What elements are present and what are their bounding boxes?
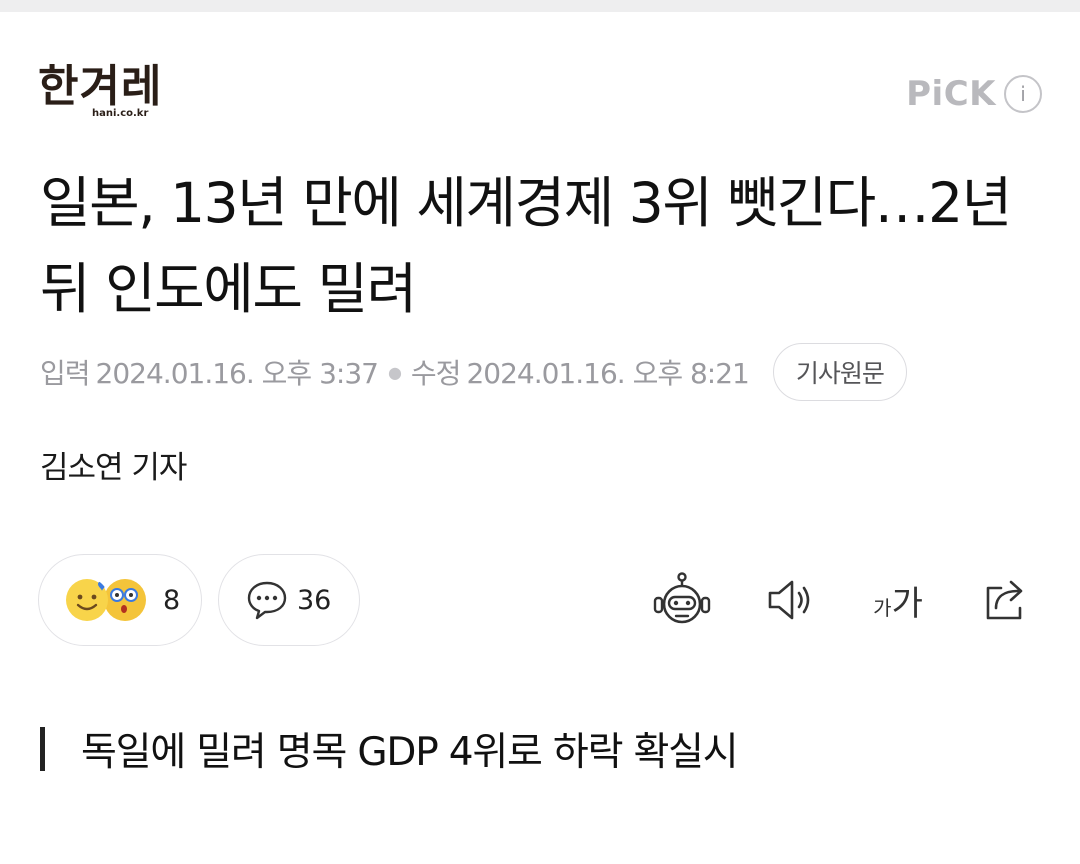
speech-bubble-icon	[247, 581, 287, 620]
status-bar-strip	[0, 0, 1080, 12]
press-logo-text: 한겨레	[38, 61, 163, 112]
reaction-emojis	[65, 575, 155, 625]
font-size-big-glyph: 가	[891, 583, 923, 624]
speaker-icon	[768, 580, 810, 620]
surprised-glasses-emoji-icon	[104, 579, 146, 621]
press-logo-domain: hani.co.kr	[92, 108, 149, 119]
share-icon	[986, 580, 1023, 620]
info-icon[interactable]: i	[1004, 75, 1042, 113]
article-headline: 일본, 13년 만에 세계경제 3위 뺏긴다…2년 뒤 인도에도 밀려	[40, 171, 1012, 321]
pick-label: PiCK	[906, 74, 996, 114]
separator-dot: ●	[387, 362, 402, 382]
reaction-button[interactable]: 8	[38, 554, 202, 646]
robot-icon	[653, 572, 711, 624]
article-meta: 입력 2024.01.16. 오후 3:37 ● 수정 2024.01.16. …	[40, 342, 1040, 402]
modified-label: 수정	[410, 357, 462, 390]
reaction-count: 8	[163, 584, 181, 616]
input-label: 입력	[40, 357, 91, 390]
press-logo[interactable]: 한겨레 hani.co.kr	[38, 62, 198, 124]
smile-heart-emoji-icon	[66, 579, 108, 621]
text-to-speech-button[interactable]	[754, 566, 826, 634]
font-size-small-glyph: 가	[873, 595, 892, 620]
subheading-bar	[40, 727, 45, 771]
share-button[interactable]	[970, 566, 1042, 634]
comment-button[interactable]: 36	[218, 554, 360, 646]
article-subheading: 독일에 밀려 명목 GDP 4위로 하락 확실시	[40, 718, 739, 780]
article-toolbar: 가가	[610, 566, 1042, 634]
original-article-button[interactable]: 기사원문	[772, 343, 907, 401]
reporter-byline[interactable]: 김소연 기자	[40, 442, 187, 487]
pick-badge[interactable]: PiCK i	[906, 72, 1042, 116]
input-datetime: 2024.01.16. 오후 3:37	[95, 357, 379, 390]
modified-datetime: 2024.01.16. 오후 8:21	[466, 357, 749, 390]
font-size-icon: 가가	[873, 576, 923, 625]
comment-count: 36	[297, 584, 332, 616]
subheading-text: 독일에 밀려 명목 GDP 4위로 하락 확실시	[81, 730, 739, 775]
font-size-button[interactable]: 가가	[862, 566, 934, 634]
summary-bot-button[interactable]	[646, 566, 718, 634]
